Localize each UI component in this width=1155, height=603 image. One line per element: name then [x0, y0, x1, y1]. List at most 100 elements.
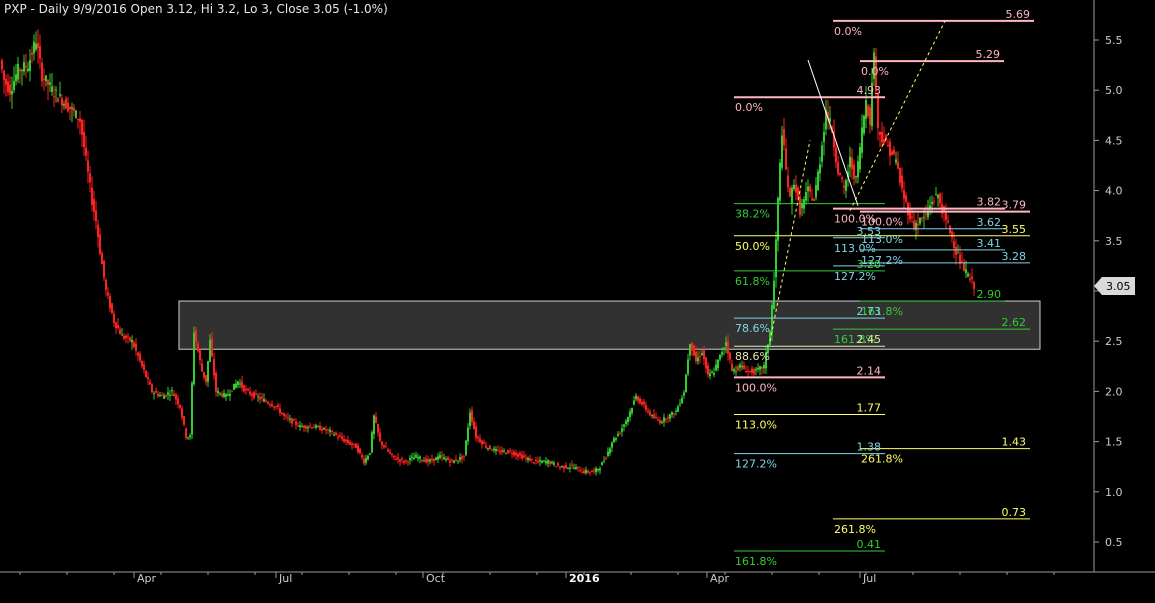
fib-level-price: 3.62 — [977, 216, 1002, 229]
candle-body — [505, 453, 507, 455]
candle-body — [465, 440, 467, 456]
candle-body — [383, 445, 385, 448]
candle-body — [651, 414, 653, 416]
candle-body — [397, 457, 399, 460]
candle-body — [487, 448, 489, 450]
candle-body — [7, 81, 9, 93]
candle-body — [297, 425, 299, 427]
candle-body — [539, 459, 541, 462]
candle-body — [459, 457, 461, 461]
candle-body — [221, 394, 223, 397]
candle-body — [901, 175, 903, 189]
candle-body — [589, 471, 591, 473]
candle-body — [177, 398, 179, 405]
candle-body — [637, 396, 639, 401]
candle-body — [115, 322, 117, 329]
candle-body — [961, 261, 963, 263]
candle-body — [973, 282, 975, 289]
candle-body — [123, 335, 125, 339]
fib-level-percent: 0.0% — [861, 65, 889, 78]
candle-body — [1, 60, 3, 70]
candle-body — [521, 454, 523, 459]
candle-body — [743, 365, 745, 369]
candle-body — [85, 147, 87, 156]
candle-body — [131, 339, 133, 343]
candle-body — [167, 392, 169, 395]
candle-body — [45, 75, 47, 82]
candle-body — [57, 98, 59, 102]
fib-level-price: 0.73 — [1002, 506, 1027, 519]
candle-body — [187, 437, 189, 439]
candle-body — [41, 62, 43, 82]
candle-body — [231, 390, 233, 392]
candle-body — [963, 262, 965, 271]
candle-body — [605, 458, 607, 460]
candle-body — [807, 186, 809, 192]
candle-body — [413, 457, 415, 460]
candle-body — [447, 457, 449, 461]
candle-body — [679, 403, 681, 405]
candle-body — [445, 458, 447, 460]
candle-body — [93, 199, 95, 212]
candle-body — [595, 468, 597, 473]
candle-body — [197, 343, 199, 352]
candle-body — [583, 470, 585, 474]
candle-body — [811, 198, 813, 201]
candle-body — [865, 100, 867, 119]
candle-body — [267, 402, 269, 404]
candle-body — [129, 337, 131, 341]
candle-body — [839, 172, 841, 176]
candle-body — [617, 434, 619, 436]
candle-body — [615, 437, 617, 440]
candle-body — [897, 161, 899, 169]
candle-body — [601, 462, 603, 466]
candle-body — [181, 408, 183, 418]
candle-body — [321, 428, 323, 431]
candle-body — [427, 458, 429, 463]
candle-body — [533, 462, 535, 464]
fib-level-percent: 88.6% — [735, 350, 770, 363]
fib-level-price: 3.53 — [857, 225, 882, 238]
candle-body — [61, 98, 63, 106]
candle-body — [655, 416, 657, 418]
y-tick-label: 0.5 — [1105, 536, 1123, 549]
candle-body — [545, 461, 547, 464]
fib-level-price: 1.43 — [1002, 436, 1027, 449]
fib-level-percent: 261.8% — [834, 523, 876, 536]
candle-body — [855, 176, 857, 178]
fib-level-percent: 78.6% — [735, 322, 770, 335]
candle-body — [295, 421, 297, 425]
candle-body — [469, 412, 471, 426]
candle-body — [913, 220, 915, 229]
candle-body — [781, 135, 783, 168]
candle-body — [263, 399, 265, 402]
candle-body — [879, 131, 881, 136]
fib-level-price: 3.79 — [1002, 199, 1027, 212]
candle-body — [125, 335, 127, 339]
candle-body — [319, 425, 321, 431]
fib-level-price: 1.77 — [857, 401, 882, 414]
candle-body — [409, 457, 411, 461]
candle-body — [161, 394, 163, 396]
candle-body — [741, 366, 743, 368]
candle-body — [671, 412, 673, 415]
candle-body — [97, 224, 99, 237]
candle-body — [29, 59, 31, 72]
candle-body — [43, 78, 45, 80]
candle-body — [685, 374, 687, 393]
candle-body — [715, 364, 717, 371]
candle-body — [137, 352, 139, 356]
candle-body — [451, 459, 453, 461]
candle-body — [549, 461, 551, 464]
candle-body — [323, 427, 325, 430]
candle-body — [361, 454, 363, 458]
candle-body — [67, 102, 69, 112]
candle-body — [869, 107, 871, 125]
candle-body — [621, 428, 623, 432]
candle-body — [309, 426, 311, 428]
candle-body — [415, 454, 417, 458]
candle-body — [665, 418, 667, 420]
candle-body — [609, 448, 611, 454]
candle-body — [385, 446, 387, 448]
candle-body — [291, 418, 293, 424]
